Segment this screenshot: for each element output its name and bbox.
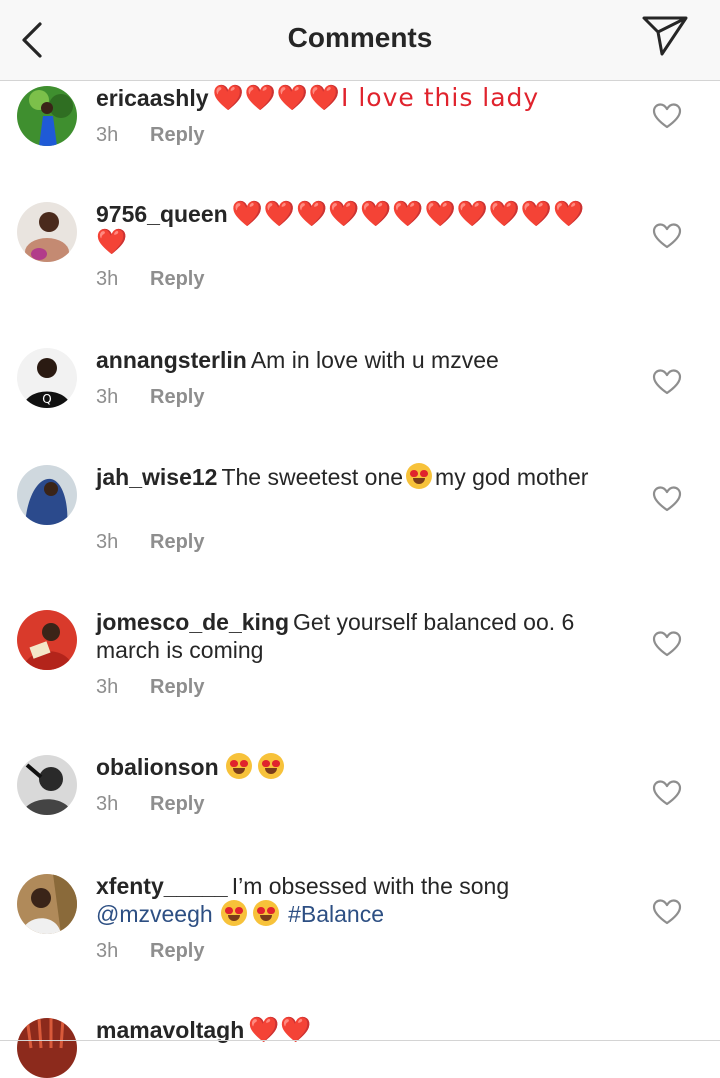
comment-message: The sweetest one [221, 464, 404, 490]
comment-username[interactable]: jah_wise12 [96, 464, 217, 490]
comments-list: ericaashly ❤️❤️❤️❤️I love this lady 3h Rep… [0, 0, 720, 1078]
bottom-divider [0, 1040, 720, 1041]
page-title: Comments [287, 22, 433, 53]
comment-text: annangsterlin Am in love with u mzvee [96, 346, 616, 374]
avatar-image [17, 202, 77, 262]
comment-username[interactable]: 9756_queen [96, 201, 228, 227]
heart-icon[interactable] [652, 779, 682, 807]
comment-username[interactable]: annangsterlin [96, 347, 247, 373]
comment-meta: 3h Reply [96, 531, 204, 554]
comment-meta: 3h Reply [96, 793, 204, 816]
heart-icon[interactable] [652, 898, 682, 926]
comment-text: 9756_queen ❤️❤️❤️❤️❤️❤️❤️❤️❤️❤️❤️❤️ [96, 200, 616, 256]
avatar[interactable] [17, 1018, 77, 1078]
comment-text: jah_wise12 The sweetest one my god mother [96, 463, 616, 491]
heart-eyes-emoji [252, 900, 279, 926]
top-nav-bar: Comments [0, 0, 720, 81]
comment-username[interactable]: xfenty_____ [96, 873, 228, 899]
avatar[interactable] [17, 86, 77, 146]
heart-icon[interactable] [652, 102, 682, 130]
comment-meta: 3h Reply [96, 124, 204, 147]
reply-button[interactable]: Reply [150, 268, 204, 290]
heart-eyes-emoji [225, 753, 252, 779]
reply-button[interactable]: Reply [150, 940, 204, 962]
avatar[interactable] [17, 874, 77, 934]
comment-username[interactable]: jomesco_de_king [96, 609, 289, 635]
comment-time: 3h [96, 268, 119, 290]
avatar[interactable] [17, 755, 77, 815]
avatar-image [17, 1018, 77, 1078]
comment-meta: 3h Reply [96, 268, 204, 291]
heart-eyes-emoji [406, 463, 433, 489]
heart-eyes-emoji [220, 900, 247, 926]
comment-text: obalionson [96, 753, 616, 781]
avatar-image [17, 610, 77, 670]
comment-time: 3h [96, 531, 119, 553]
comment-time: 3h [96, 940, 119, 962]
heart-icon[interactable] [652, 368, 682, 396]
avatar-image [17, 755, 77, 815]
comment-time: 3h [96, 676, 119, 698]
heart-eyes-emoji [257, 753, 284, 779]
comment-time: 3h [96, 124, 119, 146]
avatar[interactable] [17, 465, 77, 525]
reply-button[interactable]: Reply [150, 124, 204, 146]
reply-button[interactable]: Reply [150, 793, 204, 815]
comment-username[interactable]: ericaashly [96, 85, 209, 111]
comment-time: 3h [96, 793, 119, 815]
direct-message-icon[interactable] [640, 12, 690, 58]
avatar[interactable]: Q [17, 348, 77, 408]
avatar-image: Q [17, 348, 77, 408]
comment-text: ericaashly ❤️❤️❤️❤️I love this lady [96, 84, 616, 112]
comment-message: I’m obsessed with the song [231, 873, 510, 899]
heart-icon[interactable] [652, 222, 682, 250]
avatar-image [17, 86, 77, 146]
avatar[interactable] [17, 610, 77, 670]
reply-button[interactable]: Reply [150, 386, 204, 408]
comment-time: 3h [96, 386, 119, 408]
heart-icon[interactable] [652, 630, 682, 658]
comment-meta: 3h Reply [96, 386, 204, 409]
comment-message: Am in love with u mzvee [250, 347, 499, 373]
reply-button[interactable]: Reply [150, 676, 204, 698]
avatar-image [17, 874, 77, 934]
avatar[interactable] [17, 202, 77, 262]
comment-meta: 3h Reply [96, 940, 204, 963]
avatar-image [17, 465, 77, 525]
hashtag-link[interactable]: #Balance [288, 901, 384, 927]
reply-button[interactable]: Reply [150, 531, 204, 553]
mention-link[interactable]: @mzveegh [96, 901, 213, 927]
comment-username[interactable]: obalionson [96, 754, 219, 780]
comment-text: xfenty_____ I’m obsessed with the song @m… [96, 872, 616, 928]
comment-message-continued: my god mother [435, 464, 589, 490]
heart-icon[interactable] [652, 485, 682, 513]
comment-text: jomesco_de_king Get yourself balanced oo.… [96, 608, 616, 664]
comment-meta: 3h Reply [96, 676, 204, 699]
svg-text:Q: Q [42, 392, 51, 406]
comment-message: ❤️❤️❤️❤️I love this lady [212, 83, 540, 112]
